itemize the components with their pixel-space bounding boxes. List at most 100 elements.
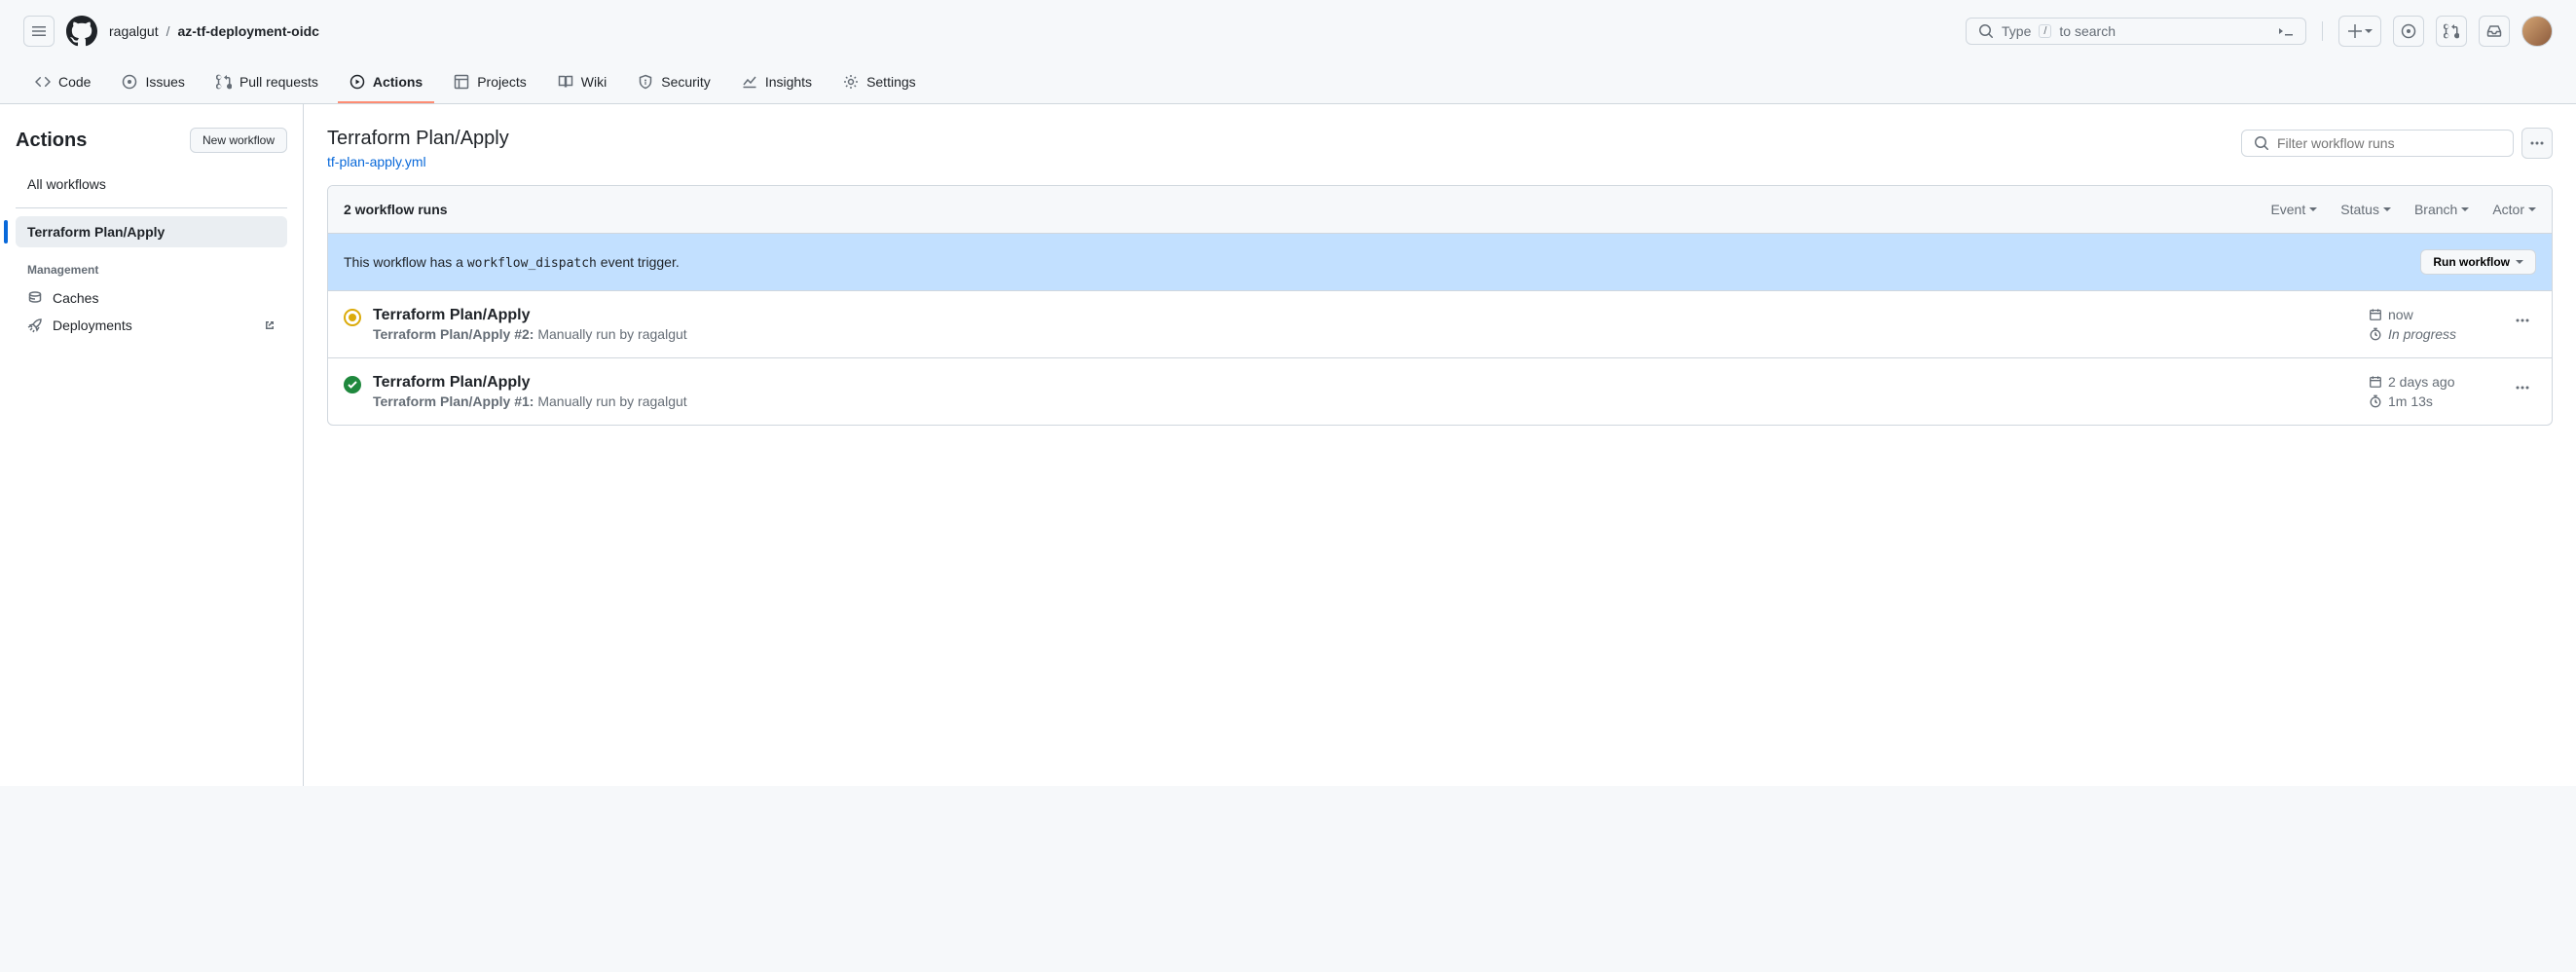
run-row[interactable]: Terraform Plan/Apply Terraform Plan/Apply… [328,291,2552,358]
tab-settings[interactable]: Settings [831,62,928,103]
shield-icon [638,74,653,90]
caret-down-icon [2383,206,2391,213]
sidebar-divider [16,207,287,208]
topbar-separator [2322,21,2323,41]
run-options-button[interactable] [2509,307,2536,334]
run-row[interactable]: Terraform Plan/ApplyTerraform Plan/Apply… [328,358,2552,425]
filter-actor[interactable]: Actor [2492,202,2536,217]
stopwatch-icon [2369,394,2382,408]
kebab-icon [2515,380,2530,395]
breadcrumb: ragalgut / az-tf-deployment-oidc [109,23,319,39]
issue-dot-icon [2401,23,2416,39]
book-icon [558,74,573,90]
sidebar-management-heading: Management [16,247,287,284]
pull-requests-button[interactable] [2436,16,2467,47]
tab-insights[interactable]: Insights [730,62,824,103]
content: Terraform Plan/Apply tf-plan-apply.yml 2… [304,104,2576,786]
runs-count: 2 workflow runs [344,202,448,217]
filter-status[interactable]: Status [2340,202,2391,217]
search-icon [1978,23,1994,39]
run-meta: now In progress [2369,307,2485,342]
pull-request-icon [216,74,232,90]
status-in-progress-icon [344,309,361,326]
run-info: Terraform Plan/ApplyTerraform Plan/Apply… [373,374,2357,409]
runs-header: 2 workflow runs Event Status Branch Acto… [328,186,2552,234]
run-options-button[interactable] [2509,374,2536,401]
breadcrumb-repo[interactable]: az-tf-deployment-oidc [177,23,318,39]
github-icon [66,16,97,47]
tab-issues[interactable]: Issues [110,62,196,103]
run-time: 2 days ago [2369,374,2455,390]
run-duration: In progress [2369,326,2456,342]
graph-icon [742,74,757,90]
workflow-file-link[interactable]: tf-plan-apply.yml [327,154,509,169]
gear-icon [843,74,859,90]
caret-down-icon [2516,258,2523,266]
inbox-icon [2486,23,2502,39]
external-link-icon [264,319,276,331]
run-time: now [2369,307,2413,322]
play-icon [350,74,365,90]
github-logo[interactable] [66,16,97,47]
breadcrumb-owner[interactable]: ragalgut [109,23,159,39]
filter-branch[interactable]: Branch [2414,202,2469,217]
search-key: / [2039,24,2051,38]
table-icon [454,74,469,90]
breadcrumb-separator: / [166,23,170,39]
command-palette-icon [2278,23,2294,39]
pull-request-icon [2444,23,2459,39]
sidebar: Actions New workflow All workflows Terra… [0,104,304,786]
create-new-button[interactable] [2338,16,2381,47]
code-icon [35,74,51,90]
search-icon [2254,135,2269,151]
sidebar-caches[interactable]: Caches [16,284,287,312]
run-title[interactable]: Terraform Plan/Apply [373,307,2357,324]
calendar-icon [2369,308,2382,321]
workflow-options-button[interactable] [2521,128,2553,159]
inbox-button[interactable] [2479,16,2510,47]
stopwatch-icon [2369,327,2382,341]
run-subtitle: Terraform Plan/Apply #1: Manually run by… [373,393,2357,409]
sidebar-all-workflows[interactable]: All workflows [16,168,287,200]
filter-event[interactable]: Event [2270,202,2317,217]
issues-icon [122,74,137,90]
caret-down-icon [2365,27,2373,35]
sidebar-workflow-item[interactable]: Terraform Plan/Apply [16,216,287,247]
hamburger-menu[interactable] [23,16,55,47]
search-placeholder-suffix: to search [2059,23,2116,39]
page-title: Terraform Plan/Apply [327,128,509,150]
status-success-icon [344,376,361,393]
dispatch-text: This workflow has a workflow_dispatch ev… [344,254,680,271]
tab-code[interactable]: Code [23,62,102,103]
sidebar-title: Actions [16,130,87,152]
user-avatar[interactable] [2521,16,2553,47]
dispatch-banner: This workflow has a workflow_dispatch ev… [328,234,2552,291]
issues-button[interactable] [2393,16,2424,47]
cache-icon [27,290,43,306]
tab-security[interactable]: Security [626,62,722,103]
kebab-icon [2529,135,2545,151]
tab-wiki[interactable]: Wiki [546,62,618,103]
run-info: Terraform Plan/Apply Terraform Plan/Apply… [373,307,2357,342]
plus-icon [2347,23,2363,39]
runs-box: 2 workflow runs Event Status Branch Acto… [327,185,2553,426]
caret-down-icon [2461,206,2469,213]
repo-nav: Code Issues Pull requests Actions Projec… [0,62,2576,104]
search-placeholder-prefix: Type [2002,23,2031,39]
tab-pull-requests[interactable]: Pull requests [204,62,330,103]
run-subtitle: Terraform Plan/Apply #2: Manually run by… [373,326,2357,342]
sidebar-deployments[interactable]: Deployments [16,312,287,339]
filter-workflow-runs[interactable] [2241,130,2514,157]
run-workflow-button[interactable]: Run workflow [2420,249,2536,275]
caret-down-icon [2528,206,2536,213]
caret-down-icon [2309,206,2317,213]
run-duration: 1m 13s [2369,393,2433,409]
tab-actions[interactable]: Actions [338,62,434,103]
rocket-icon [27,318,43,333]
tab-projects[interactable]: Projects [442,62,538,103]
filter-input-field[interactable] [2277,135,2501,151]
new-workflow-button[interactable]: New workflow [190,128,287,153]
hamburger-icon [31,23,47,39]
global-search[interactable]: Type / to search [1966,18,2306,45]
run-title[interactable]: Terraform Plan/Apply [373,374,2357,392]
